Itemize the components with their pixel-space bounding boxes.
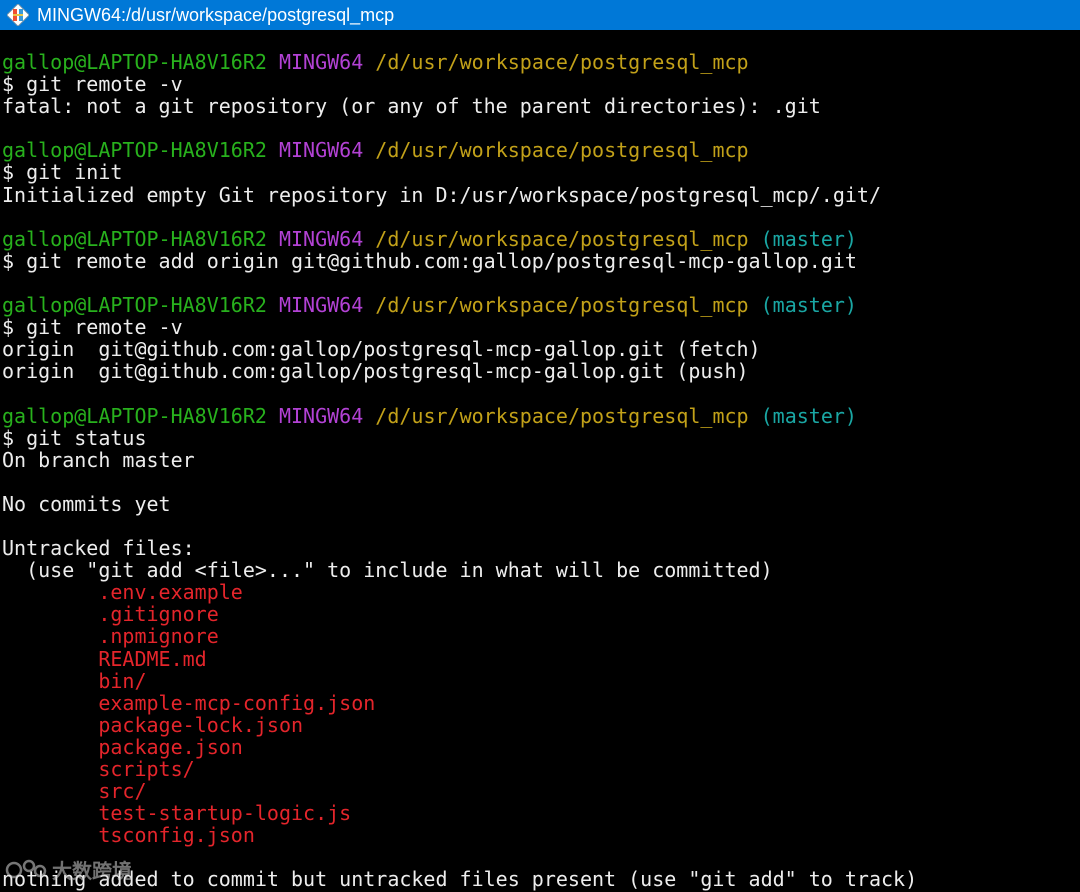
title-bar[interactable]: MINGW64:/d/usr/workspace/postgresql_mcp — [0, 0, 1080, 30]
untracked-file: example-mcp-config.json — [2, 692, 1078, 714]
prompt-user: gallop@LAPTOP-HA8V16R2 — [2, 51, 267, 74]
command-line: $ git status — [2, 425, 147, 450]
untracked-file-name: package-lock.json — [98, 712, 304, 737]
prompt-user: gallop@LAPTOP-HA8V16R2 — [2, 403, 267, 428]
untracked-file-name: src/ — [98, 779, 147, 804]
prompt-host: MINGW64 — [278, 226, 364, 251]
prompt-line: gallop@LAPTOP-HA8V16R2 MINGW64 /d/usr/wo… — [2, 228, 1078, 250]
prompt-line: gallop@LAPTOP-HA8V16R2 MINGW64 /d/usr/wo… — [2, 403, 1078, 428]
output-line: nothing added to commit but untracked fi… — [2, 867, 918, 892]
output-line: Untracked files: — [2, 536, 195, 561]
prompt-path: /d/usr/workspace/postgresql_mcp — [375, 138, 749, 163]
untracked-file-name: scripts/ — [98, 757, 195, 781]
untracked-file-name: bin/ — [98, 668, 147, 693]
untracked-file-name: test-startup-logic.js — [98, 801, 352, 826]
untracked-file-name: package.json — [98, 734, 243, 759]
prompt-host: MINGW64 — [278, 138, 364, 163]
window-title: MINGW64:/d/usr/workspace/postgresql_mcp — [37, 5, 395, 25]
untracked-file: .env.example — [2, 581, 1078, 603]
prompt-path: /d/usr/workspace/postgresql_mcp — [375, 403, 749, 428]
prompt-path: /d/usr/workspace/postgresql_mcp — [375, 293, 749, 318]
untracked-file: README.md — [2, 646, 1078, 671]
prompt-line: gallop@LAPTOP-HA8V16R2 MINGW64 /d/usr/wo… — [2, 294, 1078, 316]
prompt-user: gallop@LAPTOP-HA8V16R2 — [2, 293, 267, 318]
untracked-file: scripts/ — [2, 758, 1078, 780]
command-line: $ git init — [2, 160, 123, 185]
output-line: origin git@github.com:gallop/postgresql-… — [2, 337, 761, 362]
untracked-file-name: README.md — [98, 646, 207, 671]
untracked-file: test-startup-logic.js — [2, 802, 1078, 824]
output-line: Initialized empty Git repository in D:/u… — [2, 182, 881, 207]
prompt-host: MINGW64 — [278, 403, 364, 428]
command-line: $ git remote -v — [2, 315, 183, 340]
untracked-file-name: example-mcp-config.json — [98, 690, 376, 715]
prompt-branch: (master) — [760, 403, 857, 428]
terminal-output[interactable]: gallop@LAPTOP-HA8V16R2 MINGW64 /d/usr/wo… — [2, 51, 1078, 892]
output-line: No commits yet — [2, 491, 171, 516]
output-line: origin git@github.com:gallop/postgresql-… — [2, 359, 749, 384]
command-line: $ git remote add origin git@github.com:g… — [2, 248, 857, 273]
prompt-user: gallop@LAPTOP-HA8V16R2 — [2, 226, 267, 251]
prompt-branch: (master) — [760, 226, 857, 251]
prompt-path: /d/usr/workspace/postgresql_mcp — [375, 226, 749, 251]
prompt-line: gallop@LAPTOP-HA8V16R2 MINGW64 /d/usr/wo… — [2, 139, 1078, 161]
untracked-file-name: .npmignore — [98, 624, 219, 649]
untracked-file: .gitignore — [2, 603, 1078, 625]
prompt-line: gallop@LAPTOP-HA8V16R2 MINGW64 /d/usr/wo… — [2, 51, 1078, 73]
untracked-file-name: .gitignore — [98, 602, 219, 627]
untracked-file-name: .env.example — [98, 580, 243, 605]
git-bash-icon — [7, 4, 29, 26]
output-line: (use "git add <file>..." to include in w… — [2, 558, 773, 583]
prompt-path: /d/usr/workspace/postgresql_mcp — [375, 51, 749, 74]
untracked-file: package.json — [2, 736, 1078, 758]
prompt-user: gallop@LAPTOP-HA8V16R2 — [2, 138, 267, 163]
watermark-text: 大数跨境 — [52, 858, 132, 883]
prompt-host: MINGW64 — [278, 293, 364, 318]
untracked-file: src/ — [2, 780, 1078, 802]
watermark: 大数跨境 — [4, 854, 132, 884]
watermark-logo-icon — [5, 859, 47, 879]
output-line: On branch master — [2, 447, 195, 472]
untracked-file-name: tsconfig.json — [98, 823, 255, 848]
untracked-file: bin/ — [2, 670, 1078, 692]
untracked-file: tsconfig.json — [2, 824, 1078, 846]
untracked-file: package-lock.json — [2, 714, 1078, 736]
untracked-file: .npmignore — [2, 625, 1078, 647]
prompt-host: MINGW64 — [278, 51, 364, 74]
command-line: $ git remote -v — [2, 72, 183, 97]
prompt-branch: (master) — [760, 293, 857, 318]
output-line: fatal: not a git repository (or any of t… — [2, 94, 821, 119]
